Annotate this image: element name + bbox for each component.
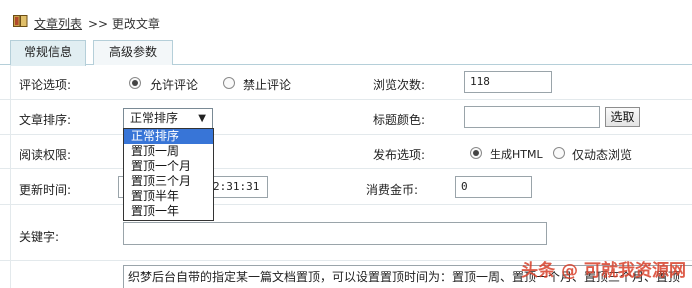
keywords-input[interactable] (123, 222, 547, 245)
publish-html-label[interactable]: 生成HTML (490, 146, 543, 162)
pick-color-button[interactable]: 选取 (605, 107, 640, 127)
sort-select[interactable]: 正常排序 ▼ (123, 108, 213, 129)
tab-general-info[interactable]: 常规信息 (10, 40, 86, 66)
title-color-label: 标题颜色: (373, 113, 426, 127)
sort-option[interactable]: 置顶一年 (124, 204, 213, 219)
comment-forbid-radio[interactable] (223, 77, 235, 89)
publish-dynamic-radio[interactable] (553, 147, 565, 159)
watermark: 头条 @ 可就我资源网 (521, 261, 686, 281)
tab-bar: 常规信息 高级参数 (0, 40, 692, 66)
keywords-label: 关键字: (19, 230, 60, 244)
sort-option[interactable]: 正常排序 (124, 129, 213, 144)
form-row-keywords: 关键字: (0, 205, 692, 261)
read-access-label: 阅读权限: (19, 148, 72, 162)
form-row-comment: 评论选项: 允许评论 禁止评论 浏览次数: 118 (0, 65, 692, 100)
gold-label: 消费金币: (366, 183, 419, 197)
gold-input[interactable]: 0 (455, 176, 532, 198)
sort-option[interactable]: 置顶一个月 (124, 159, 213, 174)
title-color-input[interactable] (464, 106, 600, 128)
publish-dynamic-label[interactable]: 仅动态浏览 (572, 146, 632, 163)
views-label: 浏览次数: (373, 78, 426, 92)
comment-forbid-label[interactable]: 禁止评论 (243, 76, 291, 93)
book-icon (13, 15, 28, 27)
comment-label: 评论选项: (19, 78, 72, 92)
update-time-label: 更新时间: (19, 183, 72, 197)
sort-option[interactable]: 置顶一周 (124, 144, 213, 159)
publish-label: 发布选项: (373, 148, 426, 162)
form-row-read-access: 阅读权限: 发布选项: 生成HTML 仅动态浏览 (0, 135, 692, 169)
publish-html-radio[interactable] (470, 147, 482, 159)
views-input[interactable]: 118 (464, 71, 552, 93)
article-form: 评论选项: 允许评论 禁止评论 浏览次数: 118 文章排序: 标题颜色: 选取… (0, 65, 692, 288)
comment-allow-radio[interactable] (129, 77, 141, 89)
sort-option[interactable]: 置顶半年 (124, 189, 213, 204)
sort-label: 文章排序: (19, 113, 72, 127)
breadcrumb-link-article-list[interactable]: 文章列表 (34, 15, 82, 32)
comment-allow-label[interactable]: 允许评论 (150, 76, 198, 93)
form-row-sort: 文章排序: 标题颜色: 选取 (0, 100, 692, 135)
tab-advanced-params[interactable]: 高级参数 (93, 40, 173, 65)
sort-option[interactable]: 置顶三个月 (124, 174, 213, 189)
form-row-update-time: 更新时间: 2:31:31 消费金币: 0 (0, 169, 692, 205)
sort-dropdown-list: 正常排序 置顶一周 置顶一个月 置顶三个月 置顶半年 置顶一年 (123, 128, 214, 221)
breadcrumb: 文章列表 >> 更改文章 (0, 0, 692, 40)
sort-select-value: 正常排序 (130, 111, 179, 125)
breadcrumb-current: >> 更改文章 (88, 17, 160, 31)
dropdown-arrow-icon: ▼ (198, 113, 206, 124)
